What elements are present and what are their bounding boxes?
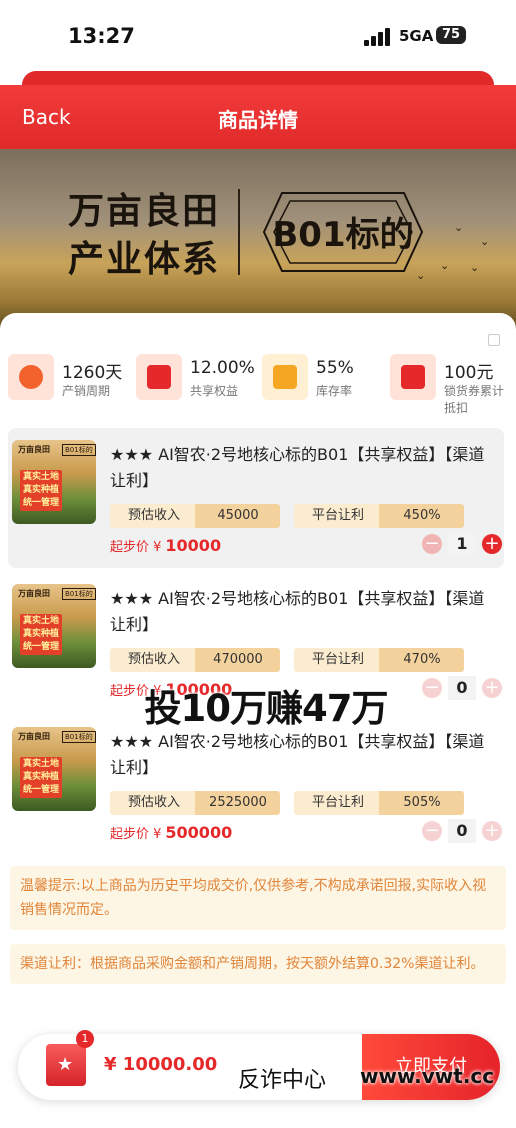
rebate-pill: 平台让利 505%: [294, 791, 464, 815]
quantity-value: 0: [448, 819, 476, 843]
income-pill: 预估收入 2525000: [110, 791, 280, 815]
decrease-button[interactable]: −: [422, 534, 442, 554]
total-amount: ¥ 10000.00: [104, 1054, 218, 1075]
quantity-value: 1: [448, 532, 476, 556]
nav-bar: Back 商品详情: [0, 85, 516, 149]
battery-icon: 75: [436, 26, 466, 44]
product-name: ★★★ AI智农·2号地核心标的B01【共享权益】【渠道让利】: [110, 589, 485, 634]
product-thumbnail: 万亩良田 B01标的 真实土地 真实种植 统一管理: [12, 440, 96, 524]
bird-icon: ⌄: [416, 269, 426, 282]
product-banner: 万亩良田 产业体系 B01标的 ⌄ ⌄ ⌄ ⌄ ⌄: [0, 149, 516, 339]
watermark-text: 反诈中心: [238, 1068, 327, 1093]
stat-label: 锁货券累计 抵扣: [444, 384, 505, 415]
product-thumbnail: 万亩良田 B01标的 真实土地 真实种植 统一管理: [12, 584, 96, 668]
banner-title: 万亩良田 产业体系: [68, 190, 221, 280]
decrease-button[interactable]: −: [422, 678, 442, 698]
status-bar: 13:27 5GA 75: [0, 0, 516, 70]
start-price: 起步价 ¥10000: [110, 536, 222, 555]
rebate-pill: 平台让利 450%: [294, 504, 464, 528]
watermark-url: www.vwt.cc: [360, 1064, 495, 1088]
checkbox[interactable]: [488, 334, 500, 346]
product-item[interactable]: 万亩良田 B01标的 真实土地 真实种植 统一管理 ★★★ AI智农·2号地核心标的B…: [8, 428, 504, 568]
rebate-pill: 平台让利 470%: [294, 648, 464, 672]
stat-value: 100元: [444, 363, 494, 383]
clock: 13:27: [68, 24, 135, 48]
rebate-notice: 渠道让利：根据商品采购金额和产销周期，按天额外结算0.32%渠道让利。: [10, 944, 506, 984]
clock-icon: [8, 354, 54, 400]
product-item[interactable]: 万亩良田 B01标的 真实土地 真实种植 统一管理 ★★★ AI智农·2号地核心标的B…: [8, 715, 504, 855]
income-pill: 预估收入 45000: [110, 504, 280, 528]
stat-value: 12.00%: [190, 358, 255, 378]
product-name: ★★★ AI智农·2号地核心标的B01【共享权益】【渠道让利】: [110, 445, 485, 490]
briefcase-icon: [136, 354, 182, 400]
banner-tag: B01标的: [272, 215, 414, 255]
bird-icon: ⌄: [480, 235, 490, 248]
inventory-search-icon: [262, 354, 308, 400]
coupon-icon: [390, 354, 436, 400]
bird-icon: ⌄: [470, 261, 480, 274]
video-caption: 投10万赚47万: [144, 687, 389, 730]
cart-count-badge: 1: [76, 1030, 94, 1048]
income-pill: 预估收入 470000: [110, 648, 280, 672]
stat-value: 1260天: [62, 363, 123, 383]
start-price: 起步价 ¥500000: [110, 823, 233, 842]
stat-value: 55%: [316, 358, 354, 378]
stat-label: 共享权益: [190, 384, 239, 398]
tip-notice: 温馨提示:以上商品为历史平均成交价,仅供参考,不构成承诺回报,实际收入视销售情况…: [10, 866, 506, 930]
bird-icon: ⌄: [440, 259, 450, 272]
increase-button[interactable]: +: [482, 678, 502, 698]
signal-icon: [364, 28, 392, 46]
decrease-button[interactable]: −: [422, 821, 442, 841]
product-name: ★★★ AI智农·2号地核心标的B01【共享权益】【渠道让利】: [110, 732, 485, 777]
shopping-bag-icon[interactable]: ★: [46, 1044, 86, 1086]
stat-label: 产销周期: [62, 384, 111, 398]
increase-button[interactable]: +: [482, 534, 502, 554]
network-type: 5GA: [399, 27, 434, 45]
increase-button[interactable]: +: [482, 821, 502, 841]
bird-icon: ⌄: [454, 221, 464, 234]
banner-divider: [238, 189, 240, 275]
product-thumbnail: 万亩良田 B01标的 真实土地 真实种植 统一管理: [12, 727, 96, 811]
page-title: 商品详情: [218, 108, 298, 132]
stats-row: 1260天 产销周期 12.00% 共享权益 55% 库存率 100元 锁货券累…: [8, 352, 516, 415]
quantity-value: 0: [448, 676, 476, 700]
stat-label: 库存率: [316, 384, 353, 398]
